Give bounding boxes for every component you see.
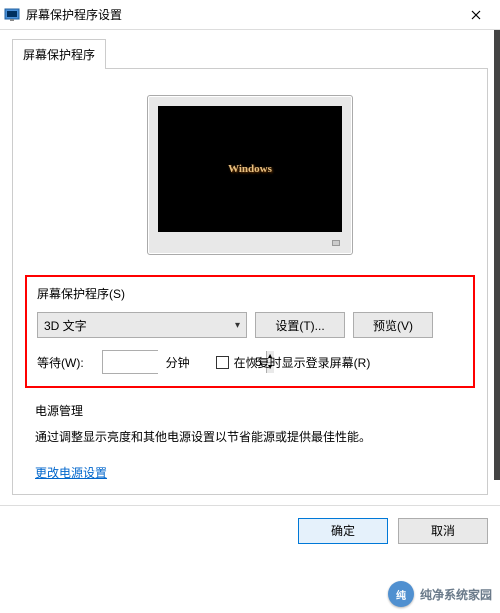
screensaver-group-highlight: 屏幕保护程序(S) 3D 文字 ▾ 设置(T)... 预览(V) 等待(W): … <box>25 275 475 388</box>
wait-label: 等待(W): <box>37 354 84 371</box>
preview-text: Windows <box>228 163 272 175</box>
monitor-preview: Windows <box>147 95 353 255</box>
power-section: 电源管理 通过调整显示亮度和其他电源设置以节省能源或提供最佳性能。 更改电源设置 <box>25 402 475 482</box>
preview-button[interactable]: 预览(V) <box>353 312 433 338</box>
screensaver-dropdown[interactable]: 3D 文字 ▾ <box>37 312 247 338</box>
watermark: 纯 纯净系统家园 <box>388 581 492 607</box>
monitor-power-indicator <box>332 240 340 246</box>
power-description: 通过调整显示亮度和其他电源设置以节省能源或提供最佳性能。 <box>35 429 465 446</box>
wait-unit: 分钟 <box>166 354 190 371</box>
screensaver-select-row: 3D 文字 ▾ 设置(T)... 预览(V) <box>37 312 463 338</box>
power-title: 电源管理 <box>35 402 465 419</box>
settings-button[interactable]: 设置(T)... <box>255 312 345 338</box>
wait-spinner[interactable]: ▲ ▼ <box>102 350 158 374</box>
change-power-settings-link[interactable]: 更改电源设置 <box>35 466 107 480</box>
close-button[interactable] <box>456 1 496 29</box>
monitor-screen: Windows <box>158 106 342 232</box>
watermark-text: 纯净系统家园 <box>420 586 492 603</box>
right-edge-decoration <box>494 30 500 480</box>
resume-checkbox-label: 在恢复时显示登录屏幕(R) <box>234 354 371 371</box>
tab-screensaver[interactable]: 屏幕保护程序 <box>12 39 106 69</box>
app-icon <box>4 7 20 23</box>
titlebar: 屏幕保护程序设置 <box>0 0 500 30</box>
preview-area: Windows <box>25 95 475 255</box>
cancel-button[interactable]: 取消 <box>398 518 488 544</box>
screensaver-dropdown-value: 3D 文字 <box>44 317 87 334</box>
chevron-down-icon: ▾ <box>235 320 240 331</box>
wait-row: 等待(W): ▲ ▼ 分钟 在恢复时显示登录屏幕(R) <box>37 350 463 374</box>
screensaver-group-label: 屏幕保护程序(S) <box>37 285 463 302</box>
dialog-button-row: 确定 取消 <box>0 505 500 544</box>
watermark-badge-icon: 纯 <box>388 581 414 607</box>
tab-panel: Windows 屏幕保护程序(S) 3D 文字 ▾ 设置(T)... 预览(V)… <box>12 68 488 495</box>
titlebar-title: 屏幕保护程序设置 <box>26 6 456 23</box>
resume-checkbox[interactable] <box>216 356 229 369</box>
tab-strip: 屏幕保护程序 <box>12 38 500 68</box>
resume-checkbox-wrap[interactable]: 在恢复时显示登录屏幕(R) <box>216 354 371 371</box>
ok-button[interactable]: 确定 <box>298 518 388 544</box>
